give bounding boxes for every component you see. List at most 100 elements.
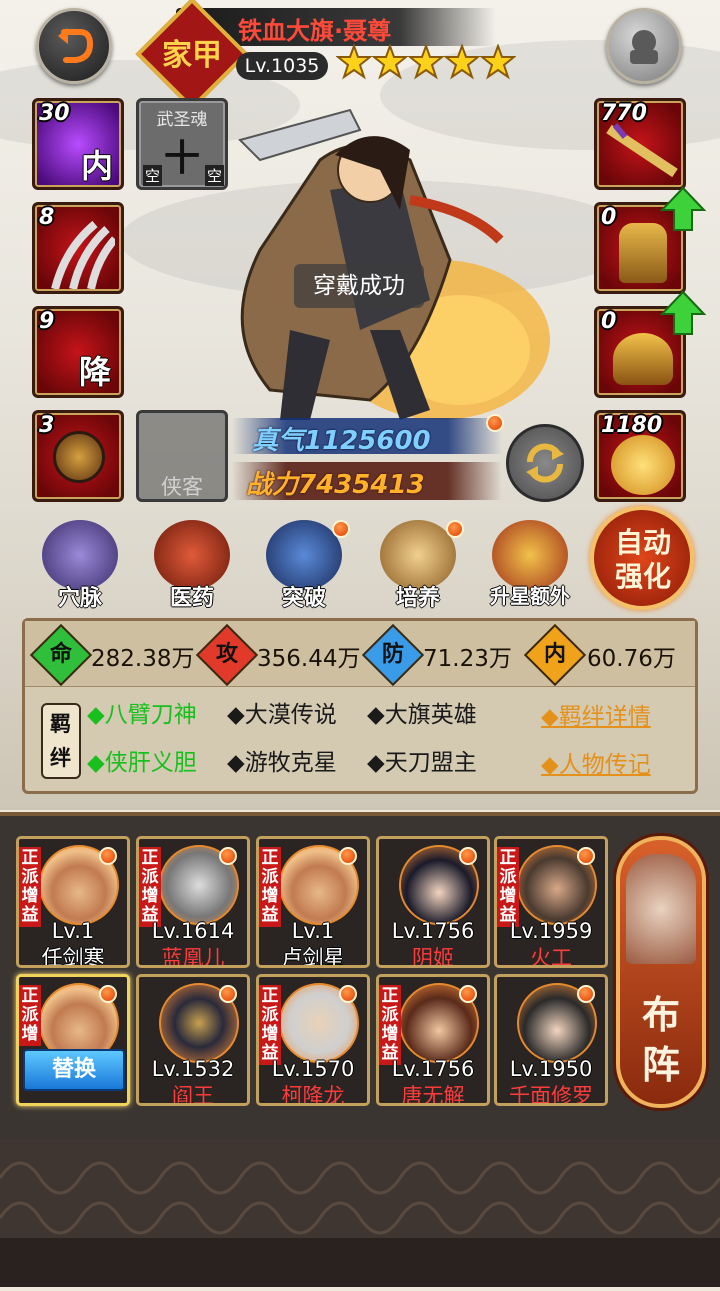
hero-level: Lv.1 xyxy=(51,919,95,943)
action-label: 穴脉 xyxy=(57,586,102,611)
notification-dot xyxy=(577,985,595,1003)
inner-power-value: 60.76万 xyxy=(587,646,676,672)
star-icon xyxy=(372,44,408,80)
slot-count: 9 xyxy=(39,309,55,334)
slot-count: 0 xyxy=(601,309,617,334)
action-label: 医药 xyxy=(169,586,214,611)
sword-icon xyxy=(606,123,678,178)
companion-slot[interactable]: 侠客 xyxy=(136,410,228,502)
slot-glyph: 降 xyxy=(79,353,112,391)
biography-link[interactable]: ◆人物传记 xyxy=(541,745,651,779)
hero-title: 铁血大旗·聂尊 xyxy=(238,17,392,45)
hero-card[interactable]: 正派增益 Lv.1756 唐无解 xyxy=(376,974,490,1106)
notification-dot xyxy=(332,520,350,538)
hero-card[interactable]: 正派增益 Lv.1959 火工 xyxy=(494,836,608,968)
bond-detail-link[interactable]: ◆羁绊详情 xyxy=(541,697,651,731)
action-label: 培养 xyxy=(395,586,440,611)
empty-tag-left: 空 xyxy=(143,165,163,186)
zhenqi-bar: 真气1125600 xyxy=(232,418,502,456)
stats-panel: 命 282.38万 攻 356.44万 防 71.23万 内 60.76万 羁绊… xyxy=(22,618,698,794)
notification-dot xyxy=(577,847,595,865)
hero-name: 火工 xyxy=(530,946,572,968)
martial-soul-slot[interactable]: 武圣魂 十 空 空 xyxy=(136,98,228,190)
hero-name: 柯降龙 xyxy=(281,1084,345,1106)
action-train[interactable]: 培养 xyxy=(376,520,464,616)
hero-card[interactable]: Lv.1950 千面修罗 xyxy=(494,974,608,1106)
hero-level: Lv.1570 xyxy=(271,1057,355,1081)
action-medicine[interactable]: 医药 xyxy=(150,520,234,616)
hero-card-selected[interactable]: 正派增 替换 xyxy=(16,974,130,1106)
claw-icon xyxy=(51,220,115,289)
auto-strengthen-label: 自动强化 xyxy=(614,526,671,593)
empty-tag-right: 空 xyxy=(205,165,225,186)
formation-portrait xyxy=(626,854,696,964)
slot-count: 1180 xyxy=(601,413,663,438)
bottom-decoration xyxy=(0,1138,720,1287)
skill-slot-subdue[interactable]: 9 降 xyxy=(32,306,124,398)
weapon-slot[interactable]: 770 xyxy=(594,98,686,190)
bond-item[interactable]: ◆八臂刀神 xyxy=(87,695,197,729)
action-breakthrough[interactable]: 突破 xyxy=(262,520,350,616)
zhenqi-value: 真气1125600 xyxy=(252,426,431,456)
treasure-slot[interactable]: 3 xyxy=(32,410,124,502)
hero-name: 卢剑星 xyxy=(281,946,345,968)
hero-card[interactable]: Lv.1756 阴姬 xyxy=(376,836,490,968)
armor-icon xyxy=(619,223,667,283)
equip-success-toast: 穿戴成功 xyxy=(294,264,424,308)
notification-dot xyxy=(219,847,237,865)
slot-count: 3 xyxy=(39,413,55,438)
hero-name: 唐无解 xyxy=(401,1084,465,1106)
formation-label: 布阵 xyxy=(641,993,680,1087)
orb-icon xyxy=(53,431,105,483)
formation-button[interactable]: 布阵 xyxy=(616,836,706,1108)
skill-slot-inner[interactable]: 30 内 xyxy=(32,98,124,190)
notification-dot xyxy=(459,847,477,865)
bond-item[interactable]: ◆大旗英雄 xyxy=(367,695,477,729)
notification-dot xyxy=(339,847,357,865)
bond-item[interactable]: ◆大漠传说 xyxy=(227,695,337,729)
replace-button[interactable]: 替换 xyxy=(23,1049,125,1091)
hero-name: 阎王 xyxy=(172,1084,214,1106)
star-icon xyxy=(336,44,372,80)
hero-level: Lv.1 xyxy=(291,919,335,943)
auto-strengthen-button[interactable]: 自动强化 xyxy=(590,506,694,610)
hero-card[interactable]: 正派增益 Lv.1 任剑寒 xyxy=(16,836,130,968)
swap-hero-button[interactable] xyxy=(506,424,584,502)
star-rating xyxy=(336,44,516,84)
martial-soul-label: 武圣魂 xyxy=(156,110,208,130)
hero-level: Lv.1756 xyxy=(391,1057,475,1081)
power-value: 战力7435413 xyxy=(246,470,425,500)
hero-card[interactable]: 正派增益 Lv.1 卢剑星 xyxy=(256,836,370,968)
slot-count: 30 xyxy=(39,101,70,126)
notification-dot xyxy=(99,985,117,1003)
hero-level: Lv.1614 xyxy=(151,919,235,943)
upgrade-arrow-icon xyxy=(660,290,706,335)
mount-slot[interactable]: 1180 xyxy=(594,410,686,502)
skill-slot-claw[interactable]: 8 xyxy=(32,202,124,294)
hero-card[interactable]: 正派增益 Lv.1614 蓝凰儿 xyxy=(136,836,250,968)
lineup-panel: 正派增益 Lv.1 任剑寒 正派增益 Lv.1614 蓝凰儿 正派增益 Lv.1… xyxy=(0,812,720,1138)
bond-scroll-icon: 羁绊 xyxy=(41,703,81,779)
bond-item[interactable]: ◆游牧克星 xyxy=(227,743,337,777)
notification-dot xyxy=(459,985,477,1003)
star-icon xyxy=(408,44,444,80)
hero-level: Lv.1756 xyxy=(391,919,475,943)
upgrade-arrow-icon xyxy=(660,186,706,231)
bond-item[interactable]: ◆天刀盟主 xyxy=(367,743,477,777)
bond-label: 羁绊 xyxy=(50,712,71,770)
companion-label: 侠客 xyxy=(161,475,203,499)
rank-badge-text: 家甲 xyxy=(162,38,222,73)
hero-card[interactable]: 正派增益 Lv.1570 柯降龙 xyxy=(256,974,370,1106)
hero-card[interactable]: Lv.1532 阎王 xyxy=(136,974,250,1106)
action-star-up[interactable]: 升星额外 xyxy=(478,520,582,616)
profile-button[interactable] xyxy=(606,8,682,84)
hero-name: 任剑寒 xyxy=(41,946,105,968)
hero-level: Lv.1035 xyxy=(236,52,328,80)
action-meridian[interactable]: 穴脉 xyxy=(38,520,122,616)
hp-value: 282.38万 xyxy=(91,646,195,672)
hero-level: Lv.1950 xyxy=(509,1057,593,1081)
action-label: 突破 xyxy=(281,586,326,611)
notification-dot xyxy=(486,414,504,432)
back-button[interactable] xyxy=(36,8,112,84)
bond-item[interactable]: ◆侠肝义胆 xyxy=(87,743,197,777)
